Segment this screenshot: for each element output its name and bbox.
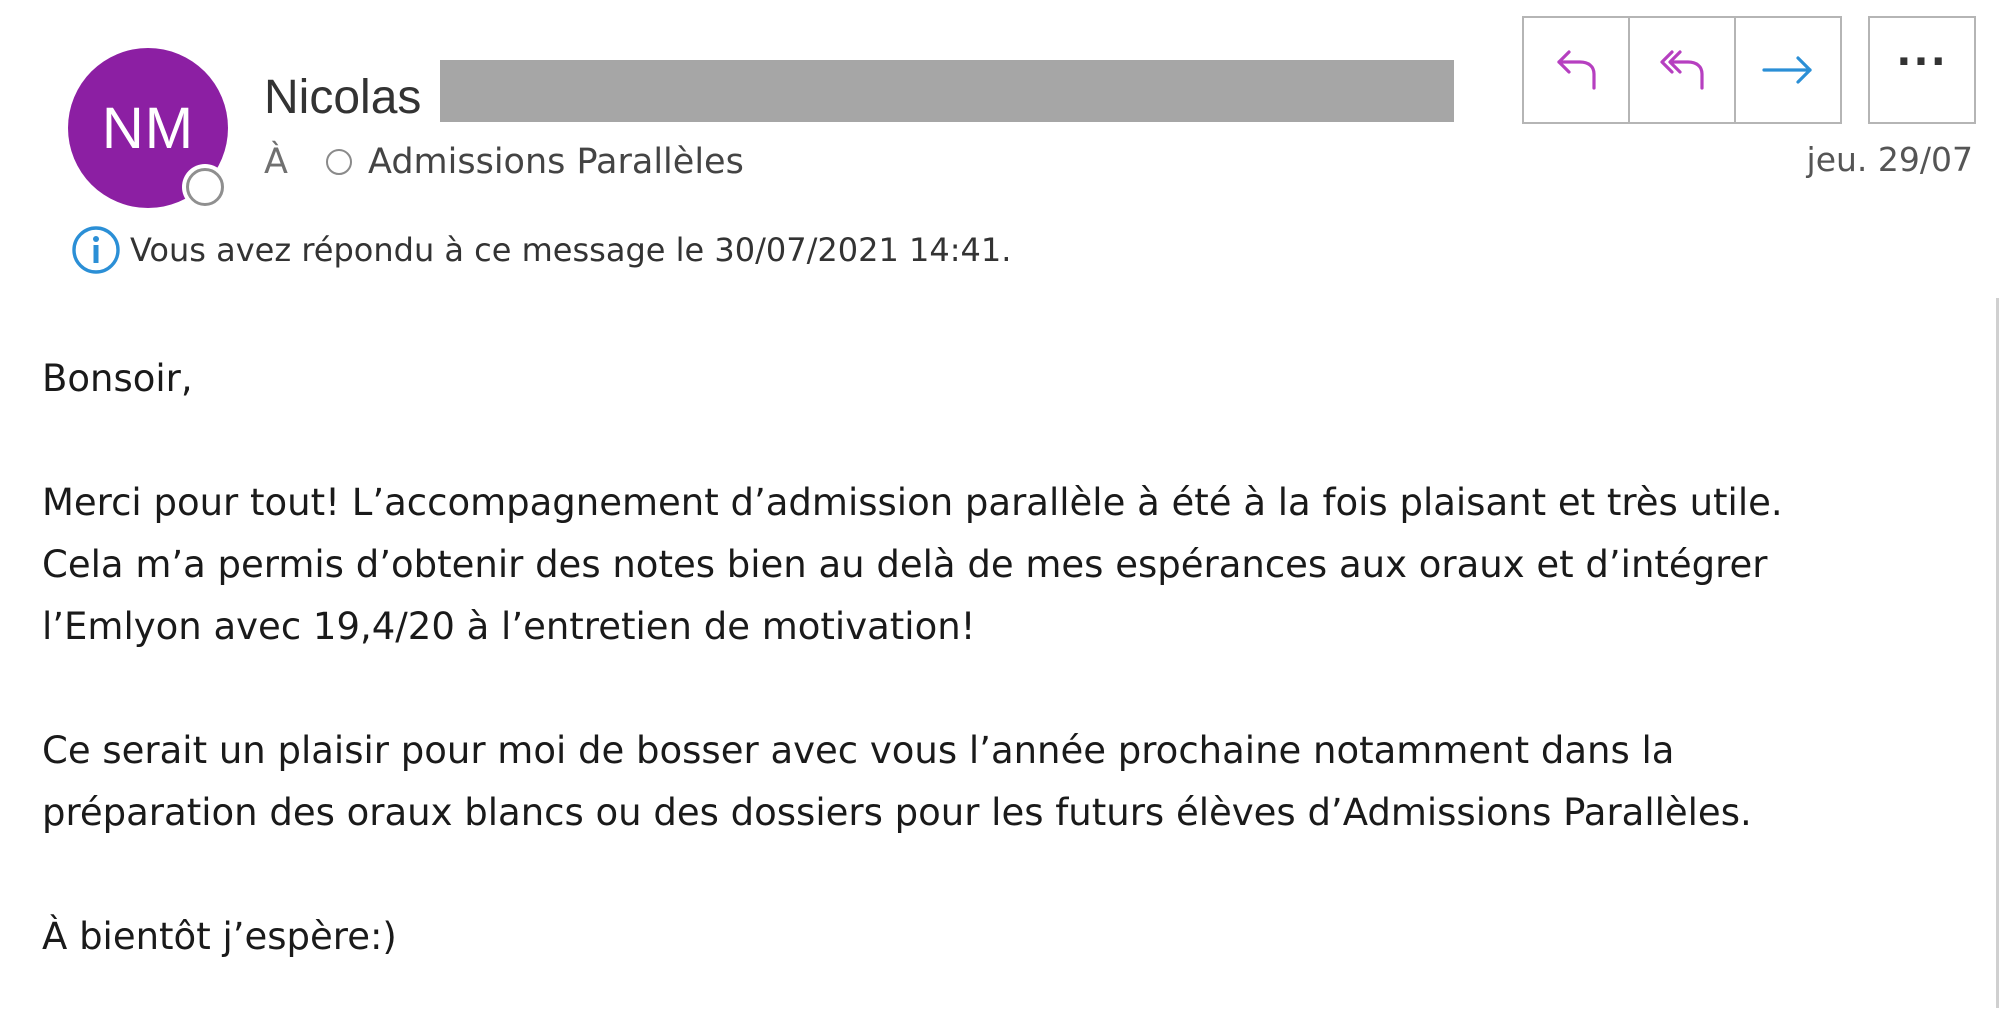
forward-button[interactable] (1736, 16, 1842, 124)
info-message: Vous avez répondu à ce message le 30/07/… (130, 231, 1012, 269)
message-body: Bonsoir, Merci pour tout! L’accompagneme… (42, 348, 1942, 1030)
recipient-presence-icon (326, 149, 352, 175)
message-actions-toolbar: ··· (1522, 16, 1976, 124)
reply-button[interactable] (1522, 16, 1630, 124)
paragraph-thanks: Merci pour tout! L’accompagnement d’admi… (42, 472, 1942, 658)
info-bar: Vous avez répondu à ce message le 30/07/… (70, 224, 1011, 276)
redacted-sender-details (440, 60, 1454, 122)
paragraph-line: préparation des oraux blancs ou des doss… (42, 791, 1752, 834)
message-date: jeu. 29/07 (1806, 140, 1973, 179)
paragraph-proposal: Ce serait un plaisir pour moi de bosser … (42, 720, 1942, 844)
closing: À bientôt j’espère:) (42, 906, 1942, 968)
greeting-line: Bonsoir, (42, 357, 193, 400)
more-icon: ··· (1896, 39, 1948, 85)
greeting: Bonsoir, (42, 348, 1942, 410)
reply-all-button[interactable] (1630, 16, 1736, 124)
sender-name[interactable]: Nicolas (264, 70, 421, 126)
paragraph-line: Ce serait un plaisir pour moi de bosser … (42, 729, 1675, 772)
avatar-initials: NM (101, 95, 195, 161)
presence-status-icon (186, 168, 224, 206)
recipient-name[interactable]: Admissions Parallèles (368, 142, 744, 182)
info-icon (72, 226, 120, 274)
reply-all-icon (1660, 50, 1704, 90)
paragraph-line: Cela m’a permis d’obtenir des notes bien… (42, 543, 1768, 586)
paragraph-line: l’Emlyon avec 19,4/20 à l’entretien de m… (42, 605, 976, 648)
more-actions-button[interactable]: ··· (1868, 16, 1976, 124)
paragraph-line: Merci pour tout! L’accompagnement d’admi… (42, 481, 1783, 524)
to-label: À (264, 142, 288, 182)
forward-icon (1762, 56, 1812, 84)
reply-icon (1557, 50, 1596, 90)
closing-line: À bientôt j’espère:) (42, 915, 397, 958)
recipient-row: À Admissions Parallèles (264, 140, 744, 184)
